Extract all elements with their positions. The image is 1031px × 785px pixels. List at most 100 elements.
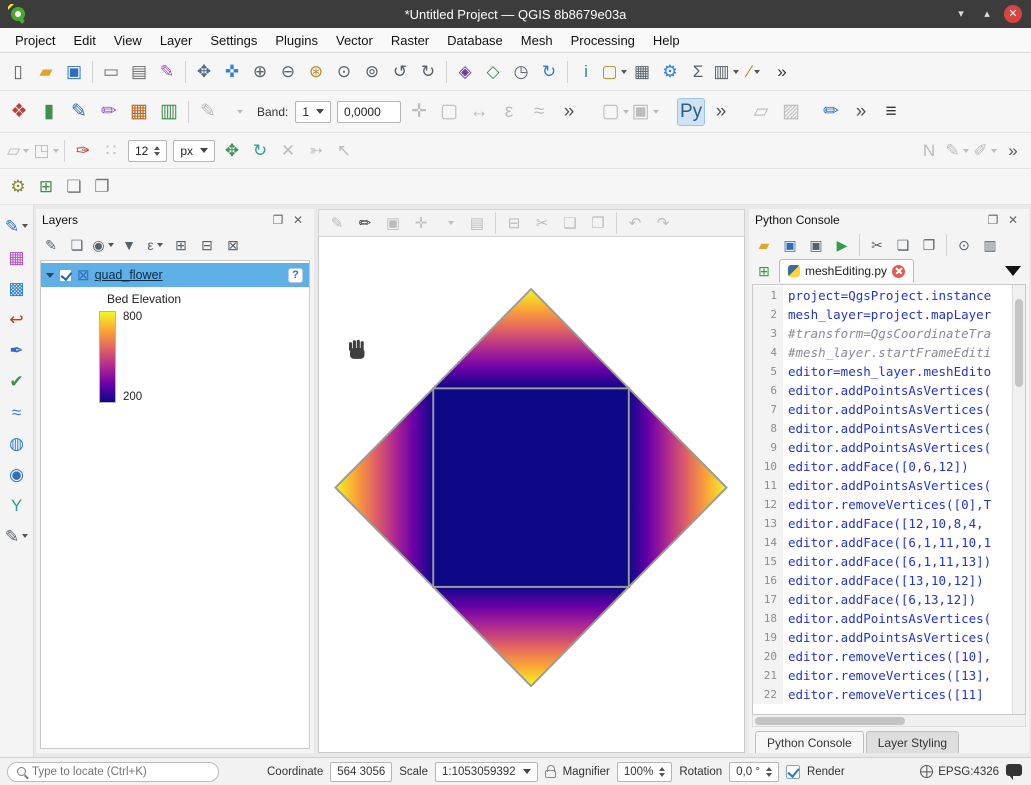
manage-map-themes-icon[interactable]: ◉ [91,233,115,257]
identify-features-icon[interactable]: i [573,59,599,85]
dock-tab-python-console[interactable]: Python Console [755,731,864,753]
code-editor[interactable]: 1project=QgsProject.instance2mesh_layer=… [752,284,1026,715]
layer-row-quad-flower[interactable]: ⊠ quad_flower ? [41,263,309,287]
menu-plugins[interactable]: Plugins [266,30,327,51]
code-line-12[interactable]: 12editor.removeVertices([0],T [753,495,1012,514]
font-size-spinbox[interactable]: 12 [128,140,167,162]
add-mesh-layer-icon[interactable]: ⊞ [33,174,59,200]
scrollbar-thumb[interactable] [755,717,905,725]
code-line-5[interactable]: 5editor=mesh_layer.meshEdito [753,362,1012,381]
style-manager-icon[interactable]: ✎ [154,59,180,85]
new-project-icon[interactable]: ▯ [5,59,31,85]
code-lines[interactable]: 1project=QgsProject.instance2mesh_layer=… [753,285,1012,714]
panel-float-icon[interactable]: ❐ [984,211,1002,229]
layer-indicator-badge[interactable]: ? [288,268,303,283]
open-script-icon[interactable]: ▰ [752,233,776,257]
code-line-3[interactable]: 3#transform=QgsCoordinateTra [753,324,1012,343]
menu-vector[interactable]: Vector [327,30,382,51]
menu-raster[interactable]: Raster [382,30,438,51]
toolbar3-overflow-icon[interactable]: » [1000,138,1026,164]
locate-search[interactable] [7,762,219,782]
mesh-overflow-icon[interactable]: » [555,98,583,126]
pan-to-selection-icon[interactable]: ✜ [219,59,245,85]
code-line-9[interactable]: 9editor.addPointsAsVertices( [753,438,1012,457]
db-manager-icon[interactable]: ▦ [4,244,30,270]
code-line-4[interactable]: 4#mesh_layer.startFrameEditi [753,343,1012,362]
magnifier-spinbox[interactable]: 100% [617,762,672,782]
render-checkbox[interactable] [786,765,800,779]
open-project-icon[interactable]: ▰ [33,59,59,85]
code-line-14[interactable]: 14editor.addFace([6,1,11,10,1 [753,533,1012,552]
temporal-controller-icon[interactable]: ◷ [508,59,534,85]
menu-edit[interactable]: Edit [64,30,104,51]
expand-all-icon[interactable]: ⊞ [169,233,193,257]
new-map-view-icon[interactable]: ◇ [480,59,506,85]
zoom-next-icon[interactable]: ↻ [415,59,441,85]
annotations-overflow-icon[interactable]: » [847,98,875,126]
vertical-scrollbar[interactable] [1012,285,1025,714]
zoom-full-icon[interactable]: ⊛ [303,59,329,85]
move-annotation-icon[interactable]: ✥ [219,138,245,164]
layer-tree[interactable]: ⊠ quad_flower ? Bed Elevation 800 200 [40,260,310,749]
menu-mesh[interactable]: Mesh [512,30,562,51]
code-line-11[interactable]: 11editor.addPointsAsVertices( [753,476,1012,495]
new-geopackage-layer-icon[interactable]: ▮ [35,98,63,126]
run-script-icon[interactable]: ▶ [830,233,854,257]
metasearch-icon[interactable]: ◍ [4,430,30,456]
zoom-to-layer-icon[interactable]: ⊚ [359,59,385,85]
menu-help[interactable]: Help [644,30,689,51]
new-layer-tools-icon[interactable]: ✎ [4,523,30,549]
code-line-10[interactable]: 10editor.addFace([0,6,12]) [753,457,1012,476]
panel-float-icon[interactable]: ❐ [269,211,287,229]
code-line-7[interactable]: 7editor.addPointsAsVertices( [753,400,1012,419]
object-inspector-icon[interactable]: ▥ [978,233,1002,257]
filter-legend-icon[interactable]: ▼ [117,233,141,257]
new-print-layout-icon[interactable]: ▭ [98,59,124,85]
plugins-overflow-icon[interactable]: » [707,98,735,126]
toggle-mesh-editing-icon[interactable]: ✏ [352,211,378,235]
menu-view[interactable]: View [105,30,151,51]
digitizing-tools-icon[interactable]: ✎ [4,213,30,239]
web-services-icon[interactable]: ◉ [4,461,30,487]
messages-icon[interactable] [1006,764,1022,776]
save-as-script-icon[interactable]: ▣ [804,233,828,257]
panel-close-icon[interactable]: ✕ [289,211,307,229]
rotation-spinbox[interactable]: 0,0 ° [729,762,779,782]
tab-list-dropdown-icon[interactable] [1005,266,1021,276]
paste-icon[interactable]: ❐ [917,233,941,257]
mesh-calculator-icon[interactable]: ⚙ [5,174,31,200]
refresh-icon[interactable]: ↻ [536,59,562,85]
code-line-15[interactable]: 15editor.addFace([6,1,11,13]) [753,552,1012,571]
rotate-annotation-icon[interactable]: ↻ [247,138,273,164]
geometry-checker-icon[interactable]: ✔ [4,368,30,394]
measure-line-icon[interactable]: ∕ [741,59,767,85]
toolbar1-overflow-icon[interactable]: » [769,59,795,85]
statistical-summary-icon[interactable]: Σ [685,59,711,85]
tab-close-icon[interactable] [892,265,905,278]
code-line-20[interactable]: 20editor.removeVertices([10], [753,647,1012,666]
menu-processing[interactable]: Processing [562,30,644,51]
menu-layer[interactable]: Layer [151,30,202,51]
annotation-pen-icon[interactable]: ✒ [4,337,30,363]
layers-duplicate-icon[interactable]: ❏ [61,174,87,200]
zoom-out-icon[interactable]: ⊖ [275,59,301,85]
window-close-icon[interactable]: ✕ [1004,5,1022,23]
save-script-icon[interactable]: ▣ [778,233,802,257]
menu-database[interactable]: Database [438,30,512,51]
code-line-6[interactable]: 6editor.addPointsAsVertices( [753,381,1012,400]
layers-edit-icon[interactable]: ❐ [89,174,115,200]
code-line-18[interactable]: 18editor.addPointsAsVertices( [753,609,1012,628]
zoom-in-icon[interactable]: ⊕ [247,59,273,85]
layout-manager-icon[interactable]: ▤ [126,59,152,85]
layer-name[interactable]: quad_flower [95,268,163,282]
spinner-arrows-icon[interactable] [659,767,665,777]
lock-scale-icon[interactable] [545,770,556,778]
code-line-19[interactable]: 19editor.addPointsAsVertices( [753,628,1012,647]
topology-checker-icon[interactable]: Y [4,492,30,518]
processing-history-icon[interactable]: ≈ [4,399,30,425]
scale-combo[interactable]: 1:1053059392 [435,762,538,782]
spinner-arrows-icon[interactable] [154,146,160,156]
open-attribute-table-icon[interactable]: ▦ [629,59,655,85]
window-maximize-icon[interactable]: ▴ [978,5,996,23]
menu-settings[interactable]: Settings [201,30,266,51]
